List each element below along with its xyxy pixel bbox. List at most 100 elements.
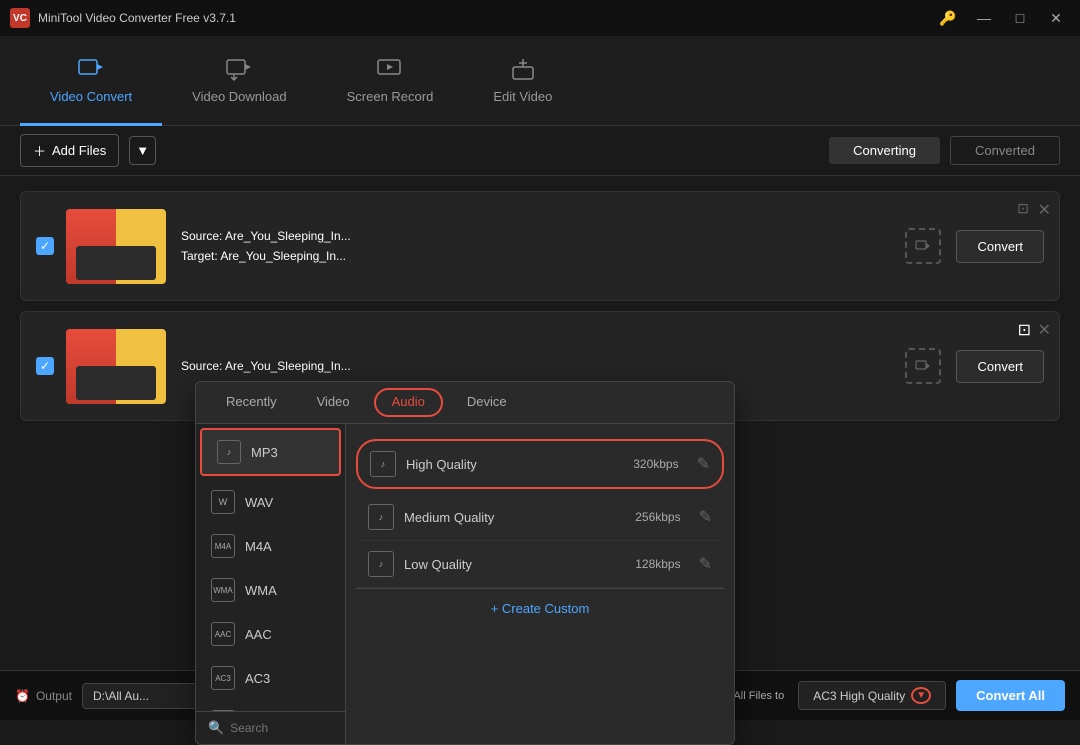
file-close-icon-2[interactable]: ✕: [1038, 320, 1051, 340]
mp3-label: MP3: [251, 445, 278, 460]
m4a-label: M4A: [245, 539, 272, 554]
app-title: MiniTool Video Converter Free v3.7.1: [38, 11, 236, 25]
quality-medium-label: Medium Quality: [404, 510, 625, 525]
file-thumbnail-2: [66, 329, 166, 404]
quality-high-bitrate: 320kbps: [633, 457, 678, 471]
convert-button-1[interactable]: Convert: [956, 230, 1044, 263]
wav-icon: W: [211, 490, 235, 514]
source-name-1: Are_You_Sleeping_In...: [225, 229, 351, 243]
format-mp3[interactable]: ♪ MP3: [200, 428, 341, 476]
format-tabs: Recently Video Audio Device: [196, 382, 734, 424]
output-text: Output: [36, 689, 72, 703]
quality-high[interactable]: ♪ High Quality 320kbps ✎: [356, 439, 724, 489]
file-close-icon-1[interactable]: ✕: [1038, 200, 1051, 220]
quality-low-label: Low Quality: [404, 557, 625, 572]
quality-medium-bitrate: 256kbps: [635, 510, 680, 524]
video-download-icon: [225, 55, 253, 83]
wma-label: WMA: [245, 583, 277, 598]
add-files-label: Add Files: [52, 143, 106, 158]
ac3-label: AC3: [245, 671, 270, 686]
nav-video-download-label: Video Download: [192, 89, 286, 104]
sub-toolbar: ＋ Add Files ▼ Converting Converted: [0, 126, 1080, 176]
quality-medium-edit[interactable]: ✎: [699, 507, 712, 527]
key-button[interactable]: 🔑: [934, 4, 962, 32]
source-name-2: Are_You_Sleeping_In...: [225, 359, 351, 373]
app-logo: VC: [10, 8, 30, 28]
format-dropdown: Recently Video Audio Device ♪ MP3 W WAV …: [195, 381, 735, 745]
quality-high-label: High Quality: [406, 457, 623, 472]
target-name-1: Are_You_Sleeping_In...: [220, 249, 346, 263]
nav-screen-record[interactable]: Screen Record: [317, 36, 464, 126]
quality-medium[interactable]: ♪ Medium Quality 256kbps ✎: [356, 494, 724, 541]
output-format-button[interactable]: AC3 High Quality ▼: [798, 681, 946, 710]
m4a-icon: M4A: [211, 534, 235, 558]
quality-low-bitrate: 128kbps: [635, 557, 680, 571]
thumbnail-btn-2[interactable]: [905, 348, 941, 384]
nav-screen-record-label: Screen Record: [347, 89, 434, 104]
file-thumbnail-1: [66, 209, 166, 284]
title-bar: VC MiniTool Video Converter Free v3.7.1 …: [0, 0, 1080, 36]
quality-high-edit[interactable]: ✎: [697, 454, 710, 474]
format-content: ♪ High Quality 320kbps ✎ ♪ Medium Qualit…: [346, 424, 734, 744]
quality-low[interactable]: ♪ Low Quality 128kbps ✎: [356, 541, 724, 588]
quality-high-icon: ♪: [370, 451, 396, 477]
nav-bar: Video Convert Video Download Screen Reco…: [0, 36, 1080, 126]
file-target-1: Target: Are_You_Sleeping_In...: [181, 249, 905, 263]
maximize-button[interactable]: □: [1006, 4, 1034, 32]
file-info-2: Source: Are_You_Sleeping_In...: [181, 359, 905, 373]
title-bar-left: VC MiniTool Video Converter Free v3.7.1: [10, 8, 236, 28]
window-controls: 🔑 — □ ✕: [934, 4, 1070, 32]
format-aiff[interactable]: AIFF AIFF: [196, 700, 345, 744]
screen-record-icon: [376, 55, 404, 83]
video-convert-icon: [77, 55, 105, 83]
output-label: ⏰ Output: [15, 689, 72, 703]
close-button[interactable]: ✕: [1042, 4, 1070, 32]
format-sidebar: ♪ MP3 W WAV M4A M4A WMA WMA AAC AAC: [196, 424, 346, 744]
thumbnail-btn-1[interactable]: [905, 228, 941, 264]
file-source-2: Source: Are_You_Sleeping_In...: [181, 359, 905, 373]
file-edit-icon-1[interactable]: ⊡: [1017, 200, 1029, 217]
file-checkbox-2[interactable]: ✓: [36, 357, 54, 375]
format-tab-device[interactable]: Device: [447, 382, 527, 423]
format-tab-audio[interactable]: Audio: [374, 388, 443, 417]
format-aac[interactable]: AAC AAC: [196, 612, 345, 656]
format-wma[interactable]: WMA WMA: [196, 568, 345, 612]
nav-edit-video[interactable]: Edit Video: [463, 36, 582, 126]
file-checkbox-1[interactable]: ✓: [36, 237, 54, 255]
tab-converting[interactable]: Converting: [829, 137, 940, 164]
format-wav[interactable]: W WAV: [196, 480, 345, 524]
nav-video-download[interactable]: Video Download: [162, 36, 316, 126]
convert-button-2[interactable]: Convert: [956, 350, 1044, 383]
target-label: Target:: [181, 249, 218, 263]
tab-converted[interactable]: Converted: [950, 136, 1060, 165]
format-m4a[interactable]: M4A M4A: [196, 524, 345, 568]
file-edit-icon-2[interactable]: ⊡: [1018, 320, 1031, 340]
convert-all-button[interactable]: Convert All: [956, 680, 1065, 711]
main-area: ✓ Source: Are_You_Sleeping_In... Target:…: [0, 176, 1080, 446]
output-clock-icon: ⏰: [15, 689, 30, 703]
format-tab-recently[interactable]: Recently: [206, 382, 297, 423]
file-source-1: Source: Are_You_Sleeping_In...: [181, 229, 905, 243]
dropdown-arrow-icon: ▼: [911, 687, 931, 704]
nav-video-convert[interactable]: Video Convert: [20, 36, 162, 126]
minimize-button[interactable]: —: [970, 4, 998, 32]
file-info-1: Source: Are_You_Sleeping_In... Target: A…: [181, 229, 905, 263]
format-tab-video[interactable]: Video: [297, 382, 370, 423]
file-card-1: ✓ Source: Are_You_Sleeping_In... Target:…: [20, 191, 1060, 301]
format-ac3[interactable]: AC3 AC3: [196, 656, 345, 700]
ac3-icon: AC3: [211, 666, 235, 690]
format-label: AC3 High Quality: [813, 689, 905, 703]
quality-low-icon: ♪: [368, 551, 394, 577]
create-custom-button[interactable]: + Create Custom: [356, 588, 724, 628]
quality-low-edit[interactable]: ✎: [699, 554, 712, 574]
format-body: ♪ MP3 W WAV M4A M4A WMA WMA AAC AAC: [196, 424, 734, 744]
aac-icon: AAC: [211, 622, 235, 646]
edit-video-icon: [509, 55, 537, 83]
add-files-button[interactable]: ＋ Add Files: [20, 134, 119, 167]
nav-edit-video-label: Edit Video: [493, 89, 552, 104]
add-files-dropdown-button[interactable]: ▼: [129, 136, 156, 165]
wma-icon: WMA: [211, 578, 235, 602]
aac-label: AAC: [245, 627, 272, 642]
mp3-icon: ♪: [217, 440, 241, 464]
add-icon: ＋: [33, 141, 46, 160]
